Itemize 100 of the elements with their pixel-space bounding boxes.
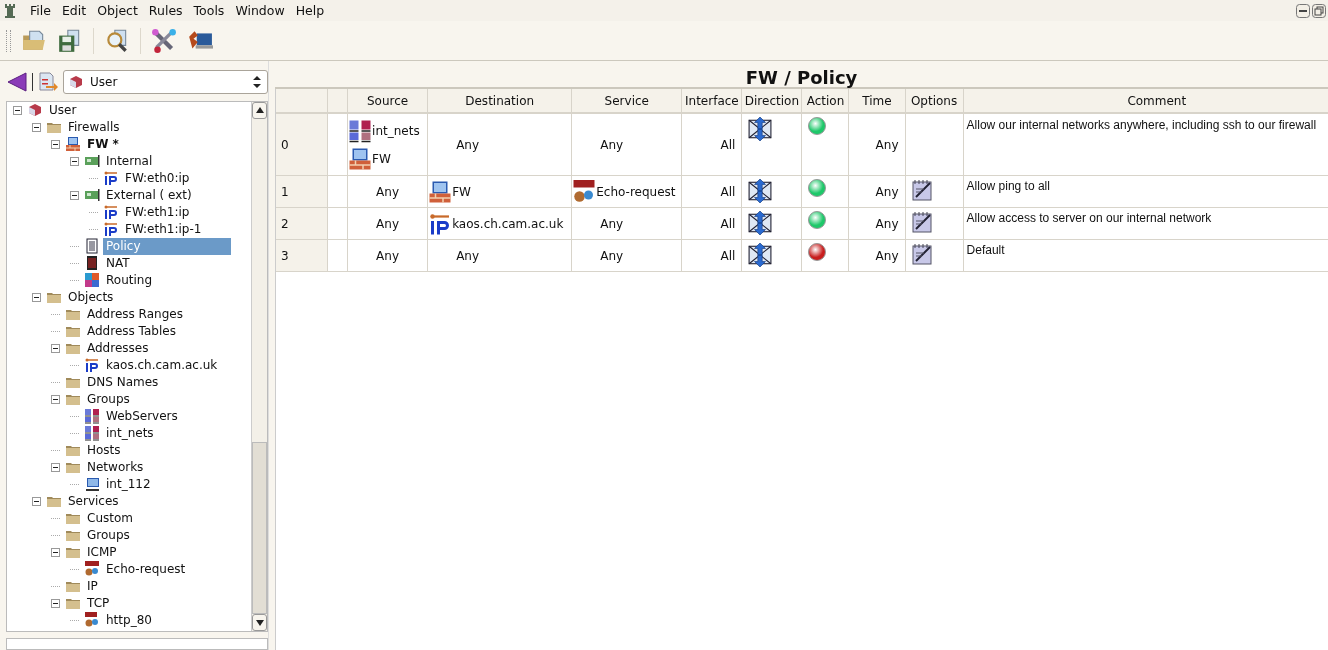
collapse-icon[interactable] xyxy=(32,292,41,302)
tree-item[interactable]: kaos.ch.cam.ac.uk xyxy=(103,356,221,374)
menu-item[interactable]: Help xyxy=(289,3,330,18)
column-header[interactable]: Comment xyxy=(963,89,1328,113)
column-header[interactable]: Destination xyxy=(427,89,572,113)
tree-item[interactable]: FW * xyxy=(84,135,122,153)
column-header[interactable]: Direction xyxy=(741,89,802,113)
table-cell: Any xyxy=(875,184,899,199)
back-arrow-icon[interactable] xyxy=(6,70,28,93)
network-card-icon xyxy=(84,153,100,170)
tree-item[interactable]: DNS Names xyxy=(84,373,162,391)
tree-item[interactable]: WebServers xyxy=(103,407,181,425)
ip-icon xyxy=(84,357,100,374)
comment-text: Default xyxy=(966,243,1005,257)
collapse-icon[interactable] xyxy=(51,462,60,472)
column-header[interactable]: Interface xyxy=(681,89,742,113)
collapse-icon[interactable] xyxy=(51,139,60,149)
column-header[interactable]: Source xyxy=(347,89,428,113)
object-label: FW xyxy=(452,184,471,199)
column-header[interactable]: Time xyxy=(848,89,905,113)
column-header[interactable]: Service xyxy=(571,89,682,113)
table-cell: All xyxy=(720,184,736,199)
list-icon xyxy=(84,238,100,255)
object-label: Echo-request xyxy=(596,184,676,199)
tree-item[interactable]: int_112 xyxy=(103,475,154,493)
collapse-icon[interactable] xyxy=(51,343,60,353)
collapse-icon[interactable] xyxy=(32,122,41,132)
magnifier-icon[interactable] xyxy=(104,27,130,54)
monitor-icon xyxy=(84,476,100,493)
tree-item[interactable]: FW:eth0:ip xyxy=(122,169,193,187)
tree-item[interactable]: Services xyxy=(65,492,122,510)
scroll-up-icon[interactable] xyxy=(255,107,264,114)
collapse-icon[interactable] xyxy=(70,190,79,200)
tree-item[interactable]: Address Ranges xyxy=(84,305,186,323)
puzzle-icon xyxy=(84,272,100,289)
comment-text: Allow ping to all xyxy=(966,179,1050,193)
tree-item[interactable]: Custom xyxy=(84,509,136,527)
direction-icon xyxy=(748,243,773,267)
tree-item[interactable]: Groups xyxy=(84,526,133,544)
object-label: Any xyxy=(376,184,399,199)
table-cell: Any xyxy=(875,216,899,231)
spinner-arrows-icon xyxy=(253,75,261,88)
tree-item[interactable]: Echo-request xyxy=(103,560,189,578)
object-label: Any xyxy=(600,248,624,263)
column-header[interactable]: Action xyxy=(801,89,849,113)
computers-icon xyxy=(348,118,373,143)
tree-item[interactable]: ICMP xyxy=(84,543,120,561)
tree-item[interactable]: Objects xyxy=(65,288,117,306)
library-icon xyxy=(68,73,84,90)
collapse-icon[interactable] xyxy=(51,547,60,557)
tree-item[interactable]: Addresses xyxy=(84,339,152,357)
column-header[interactable]: Options xyxy=(905,89,964,113)
collapse-icon[interactable] xyxy=(32,496,41,506)
minimize-icon[interactable] xyxy=(1296,3,1310,18)
tree-item[interactable]: TCP xyxy=(84,594,113,612)
tree-item[interactable]: FW:eth1:ip xyxy=(122,203,193,221)
menu-item[interactable]: Tools xyxy=(187,3,230,18)
object-label: Any xyxy=(600,137,624,152)
library-icon xyxy=(27,102,43,119)
collapse-icon[interactable] xyxy=(13,105,22,115)
tree-item[interactable]: Networks xyxy=(84,458,147,476)
object-label: kaos.ch.cam.ac.uk xyxy=(452,216,564,231)
firewall-icon xyxy=(348,146,373,171)
tree-item[interactable]: FW:eth1:ip-1 xyxy=(122,220,205,238)
collapse-icon[interactable] xyxy=(51,598,60,608)
tree-item[interactable]: http_80 xyxy=(103,611,155,629)
direction-icon xyxy=(748,179,773,203)
document-arrow-icon[interactable] xyxy=(37,70,59,93)
menu-item[interactable]: Window xyxy=(229,3,290,18)
tree-item[interactable]: IP xyxy=(84,577,101,595)
menu-item[interactable]: Rules xyxy=(142,3,188,18)
library-dropdown[interactable]: User xyxy=(63,69,268,94)
list-icon xyxy=(84,255,100,272)
menu-item[interactable]: File xyxy=(24,3,56,18)
row-number: 0 xyxy=(281,137,289,152)
tree-item[interactable]: Firewalls xyxy=(65,118,123,136)
comment-text: Allow access to server on our internal network xyxy=(966,211,1212,225)
tree-item[interactable]: User xyxy=(46,101,80,119)
tree-item[interactable]: Address Tables xyxy=(84,322,179,340)
tree-item[interactable]: Routing xyxy=(103,271,155,289)
scroll-down-icon[interactable] xyxy=(255,619,264,626)
tools-icon[interactable] xyxy=(151,27,177,54)
menu-item[interactable]: Edit xyxy=(55,3,92,18)
tree-item[interactable]: Hosts xyxy=(84,441,124,459)
restore-icon[interactable] xyxy=(1312,3,1326,18)
firewall-icon xyxy=(65,136,81,153)
tree-item[interactable]: Groups xyxy=(84,390,133,408)
collapse-icon[interactable] xyxy=(70,156,79,166)
table-cell: All xyxy=(720,248,736,263)
table-cell: All xyxy=(720,216,736,231)
tree-item[interactable]: External ( ext) xyxy=(103,186,195,204)
tree-item[interactable]: NAT xyxy=(103,254,133,272)
scrollbar[interactable] xyxy=(251,101,267,632)
ip-icon xyxy=(103,204,119,221)
table-cell: Any xyxy=(875,248,899,263)
menu-item[interactable]: Object xyxy=(91,3,143,18)
tree-item[interactable]: Internal xyxy=(103,152,156,170)
gears-icon xyxy=(84,561,100,578)
collapse-icon[interactable] xyxy=(51,394,60,404)
tree-item[interactable]: int_nets xyxy=(103,424,157,442)
